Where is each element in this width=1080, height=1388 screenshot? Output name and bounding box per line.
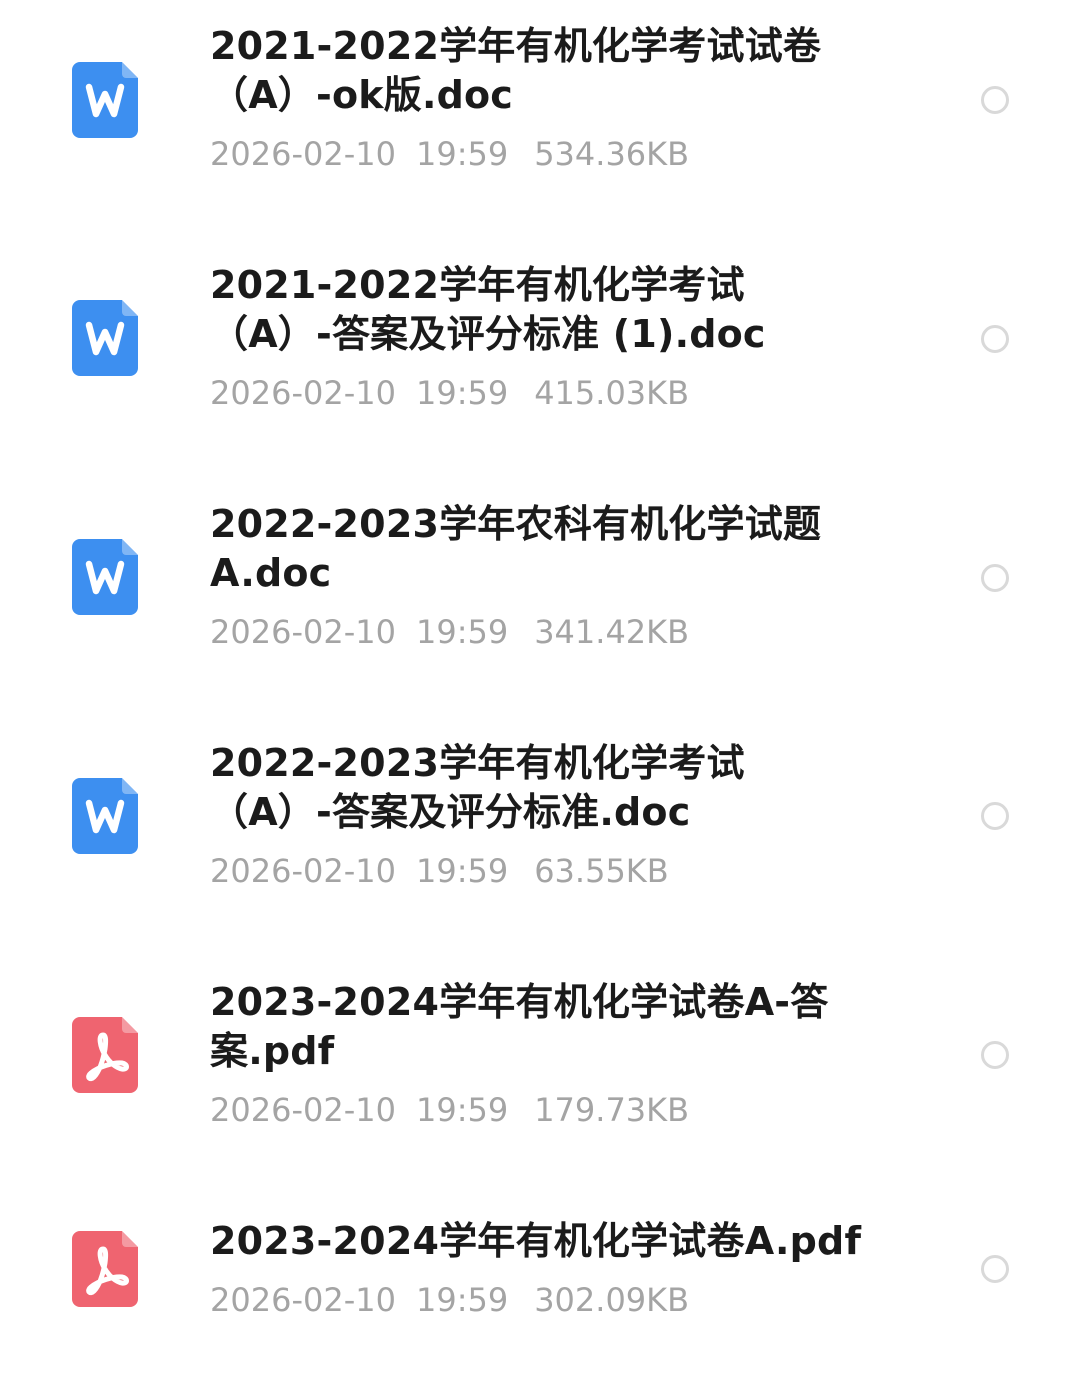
file-row[interactable]: 2023-2024学年有机化学试卷A.pdf 2026-02-10 19:59 30… <box>0 1196 1080 1376</box>
file-list: 2021-2022学年有机化学考试试卷 （A）-ok版.doc 2026-02-… <box>0 0 1080 1388</box>
select-radio[interactable] <box>981 1255 1009 1283</box>
file-meta: 2026-02-10 19:59 341.42KB <box>210 612 870 652</box>
pdf-icon <box>72 1231 138 1307</box>
file-date: 2026-02-10 <box>210 613 396 651</box>
file-row[interactable]: 2021-2022学年有机化学考试试卷 （A）-ok版.doc 2026-02-… <box>0 0 1080 230</box>
file-size: 534.36KB <box>534 135 690 173</box>
select-radio[interactable] <box>981 86 1009 114</box>
file-size: 341.42KB <box>534 613 690 651</box>
file-size: 63.55KB <box>534 852 669 890</box>
file-row[interactable]: 2023-2024学年有机化学试卷A-答 案.pdf 2026-02-10 19:… <box>0 957 1080 1187</box>
file-name: 2023-2024学年有机化学试卷A.pdf <box>210 1219 862 1263</box>
word-doc-icon <box>72 62 138 138</box>
select-radio[interactable] <box>981 802 1009 830</box>
select-radio[interactable] <box>981 325 1009 353</box>
file-meta: 2026-02-10 19:59 302.09KB <box>210 1280 870 1320</box>
file-row[interactable]: 2022-2023学年有机化学考试 （A）-答案及评分标准.doc 2026-0… <box>0 718 1080 948</box>
file-time: 19:59 <box>415 852 509 890</box>
select-radio[interactable] <box>981 564 1009 592</box>
file-row[interactable]: 2022-2023学年农科有机化学试题 A.doc 2026-02-10 19:5… <box>0 479 1080 709</box>
file-date: 2026-02-10 <box>210 1281 396 1319</box>
file-size: 179.73KB <box>534 1091 690 1129</box>
file-meta: 2026-02-10 19:59 534.36KB <box>210 134 870 174</box>
file-name: 2022-2023学年有机化学考试 （A）-答案及评分标准.doc <box>210 741 745 834</box>
file-name: 2022-2023学年农科有机化学试题 A.doc <box>210 502 822 595</box>
file-meta: 2026-02-10 19:59 179.73KB <box>210 1090 870 1130</box>
file-size: 302.09KB <box>534 1281 690 1319</box>
pdf-icon <box>72 1017 138 1093</box>
file-name: 2021-2022学年有机化学考试试卷 （A）-ok版.doc <box>210 24 822 117</box>
file-meta: 2026-02-10 19:59 63.55KB <box>210 851 870 891</box>
file-time: 19:59 <box>415 135 509 173</box>
word-doc-icon <box>72 300 138 376</box>
file-time: 19:59 <box>415 613 509 651</box>
file-date: 2026-02-10 <box>210 852 396 890</box>
select-radio[interactable] <box>981 1041 1009 1069</box>
file-date: 2026-02-10 <box>210 135 396 173</box>
file-time: 19:59 <box>415 374 509 412</box>
word-doc-icon <box>72 539 138 615</box>
file-name: 2021-2022学年有机化学考试 （A）-答案及评分标准 (1).doc <box>210 263 766 356</box>
word-doc-icon <box>72 778 138 854</box>
file-time: 19:59 <box>415 1281 509 1319</box>
file-name: 2023-2024学年有机化学试卷A-答 案.pdf <box>210 980 829 1073</box>
file-date: 2026-02-10 <box>210 374 396 412</box>
file-meta: 2026-02-10 19:59 415.03KB <box>210 373 870 413</box>
file-date: 2026-02-10 <box>210 1091 396 1129</box>
file-time: 19:59 <box>415 1091 509 1129</box>
file-row[interactable]: 2021-2022学年有机化学考试 （A）-答案及评分标准 (1).doc 20… <box>0 240 1080 470</box>
file-size: 415.03KB <box>534 374 690 412</box>
